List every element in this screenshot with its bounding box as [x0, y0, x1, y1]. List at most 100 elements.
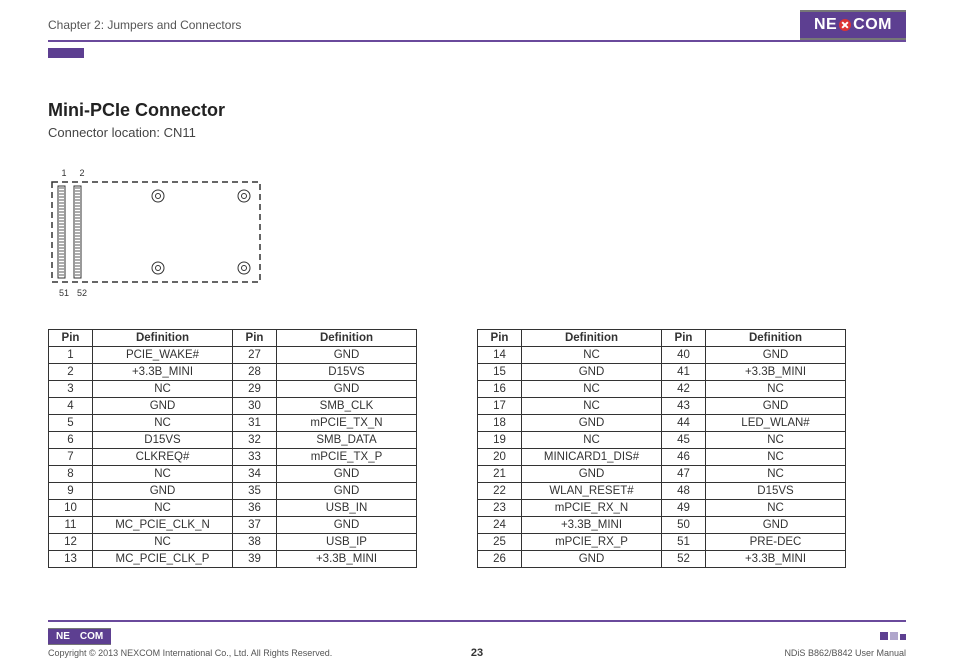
table-row: 13MC_PCIE_CLK_P39+3.3B_MINI: [49, 551, 417, 568]
definition-cell: PCIE_WAKE#: [93, 347, 233, 364]
nexcom-logo: NE COM: [800, 10, 906, 40]
pin-cell: 49: [662, 500, 706, 517]
table-row: 7CLKREQ#33mPCIE_TX_P: [49, 449, 417, 466]
definition-cell: NC: [706, 449, 846, 466]
page-footer: NE COM Copyright © 2013 NEXCOM Internati…: [48, 620, 906, 658]
pin-cell: 41: [662, 364, 706, 381]
pin-cell: 15: [478, 364, 522, 381]
connector-diagram: 1 2 51 52: [48, 166, 906, 305]
table-row: 18GND44LED_WLAN#: [478, 415, 846, 432]
logo-text-left: NE: [814, 16, 837, 34]
table-row: 20MINICARD1_DIS#46NC: [478, 449, 846, 466]
th-pin: Pin: [233, 330, 277, 347]
definition-cell: GND: [706, 398, 846, 415]
table-row: 22WLAN_RESET#48D15VS: [478, 483, 846, 500]
th-pin: Pin: [662, 330, 706, 347]
pin-cell: 38: [233, 534, 277, 551]
pin-cell: 39: [233, 551, 277, 568]
th-def: Definition: [706, 330, 846, 347]
definition-cell: GND: [522, 551, 662, 568]
definition-cell: NC: [93, 415, 233, 432]
definition-cell: NC: [522, 398, 662, 415]
table-row: 3NC29GND: [49, 381, 417, 398]
table-row: 26GND52+3.3B_MINI: [478, 551, 846, 568]
pin-cell: 25: [478, 534, 522, 551]
pin-cell: 22: [478, 483, 522, 500]
definition-cell: GND: [277, 517, 417, 534]
copyright-text: Copyright © 2013 NEXCOM International Co…: [48, 648, 332, 658]
pin-label-1: 1: [61, 168, 66, 178]
definition-cell: +3.3B_MINI: [277, 551, 417, 568]
pin-cell: 35: [233, 483, 277, 500]
table-row: 2+3.3B_MINI28D15VS: [49, 364, 417, 381]
definition-cell: +3.3B_MINI: [706, 364, 846, 381]
table-row: 14NC40GND: [478, 347, 846, 364]
table-row: 16NC42NC: [478, 381, 846, 398]
definition-cell: NC: [706, 500, 846, 517]
pin-cell: 31: [233, 415, 277, 432]
definition-cell: NC: [93, 534, 233, 551]
table-row: 23mPCIE_RX_N49NC: [478, 500, 846, 517]
connector-location: Connector location: CN11: [48, 125, 906, 140]
table-row: 5NC31mPCIE_TX_N: [49, 415, 417, 432]
definition-cell: D15VS: [93, 432, 233, 449]
table-row: 24+3.3B_MINI50GND: [478, 517, 846, 534]
manual-name: NDiS B862/B842 User Manual: [784, 648, 906, 658]
pin-cell: 28: [233, 364, 277, 381]
pin-cell: 8: [49, 466, 93, 483]
definition-cell: GND: [706, 517, 846, 534]
definition-cell: MINICARD1_DIS#: [522, 449, 662, 466]
table-row: 10NC36USB_IN: [49, 500, 417, 517]
header-rule: [48, 40, 906, 42]
pin-cell: 16: [478, 381, 522, 398]
pin-cell: 34: [233, 466, 277, 483]
table-row: 9GND35GND: [49, 483, 417, 500]
pin-cell: 17: [478, 398, 522, 415]
logo-text-right: COM: [853, 16, 892, 34]
pin-cell: 24: [478, 517, 522, 534]
definition-cell: CLKREQ#: [93, 449, 233, 466]
pin-cell: 5: [49, 415, 93, 432]
definition-cell: USB_IP: [277, 534, 417, 551]
definition-cell: +3.3B_MINI: [93, 364, 233, 381]
pin-cell: 13: [49, 551, 93, 568]
definition-cell: GND: [277, 347, 417, 364]
header-accent: [48, 48, 84, 58]
pin-table-right: Pin Definition Pin Definition 14NC40GND1…: [477, 329, 846, 568]
table-row: 11MC_PCIE_CLK_N37GND: [49, 517, 417, 534]
definition-cell: GND: [522, 466, 662, 483]
pin-cell: 30: [233, 398, 277, 415]
definition-cell: GND: [277, 466, 417, 483]
pin-cell: 19: [478, 432, 522, 449]
th-def: Definition: [93, 330, 233, 347]
pin-cell: 10: [49, 500, 93, 517]
definition-cell: +3.3B_MINI: [706, 551, 846, 568]
pin-cell: 18: [478, 415, 522, 432]
table-row: 12NC38USB_IP: [49, 534, 417, 551]
table-row: 17NC43GND: [478, 398, 846, 415]
pin-cell: 9: [49, 483, 93, 500]
table-row: 25mPCIE_RX_P51PRE-DEC: [478, 534, 846, 551]
definition-cell: GND: [706, 347, 846, 364]
pin-cell: 48: [662, 483, 706, 500]
definition-cell: NC: [93, 500, 233, 517]
table-row: 8NC34GND: [49, 466, 417, 483]
table-row: 15GND41+3.3B_MINI: [478, 364, 846, 381]
th-pin: Pin: [478, 330, 522, 347]
pin-cell: 3: [49, 381, 93, 398]
definition-cell: mPCIE_TX_P: [277, 449, 417, 466]
definition-cell: NC: [706, 381, 846, 398]
pin-label-2: 2: [79, 168, 84, 178]
pin-cell: 26: [478, 551, 522, 568]
pin-cell: 45: [662, 432, 706, 449]
definition-cell: LED_WLAN#: [706, 415, 846, 432]
section-title: Mini-PCIe Connector: [48, 100, 906, 121]
definition-cell: NC: [93, 381, 233, 398]
definition-cell: mPCIE_RX_N: [522, 500, 662, 517]
pin-cell: 11: [49, 517, 93, 534]
pin-cell: 20: [478, 449, 522, 466]
pin-cell: 37: [233, 517, 277, 534]
definition-cell: MC_PCIE_CLK_P: [93, 551, 233, 568]
logo-x-icon: [71, 633, 79, 641]
pin-cell: 12: [49, 534, 93, 551]
